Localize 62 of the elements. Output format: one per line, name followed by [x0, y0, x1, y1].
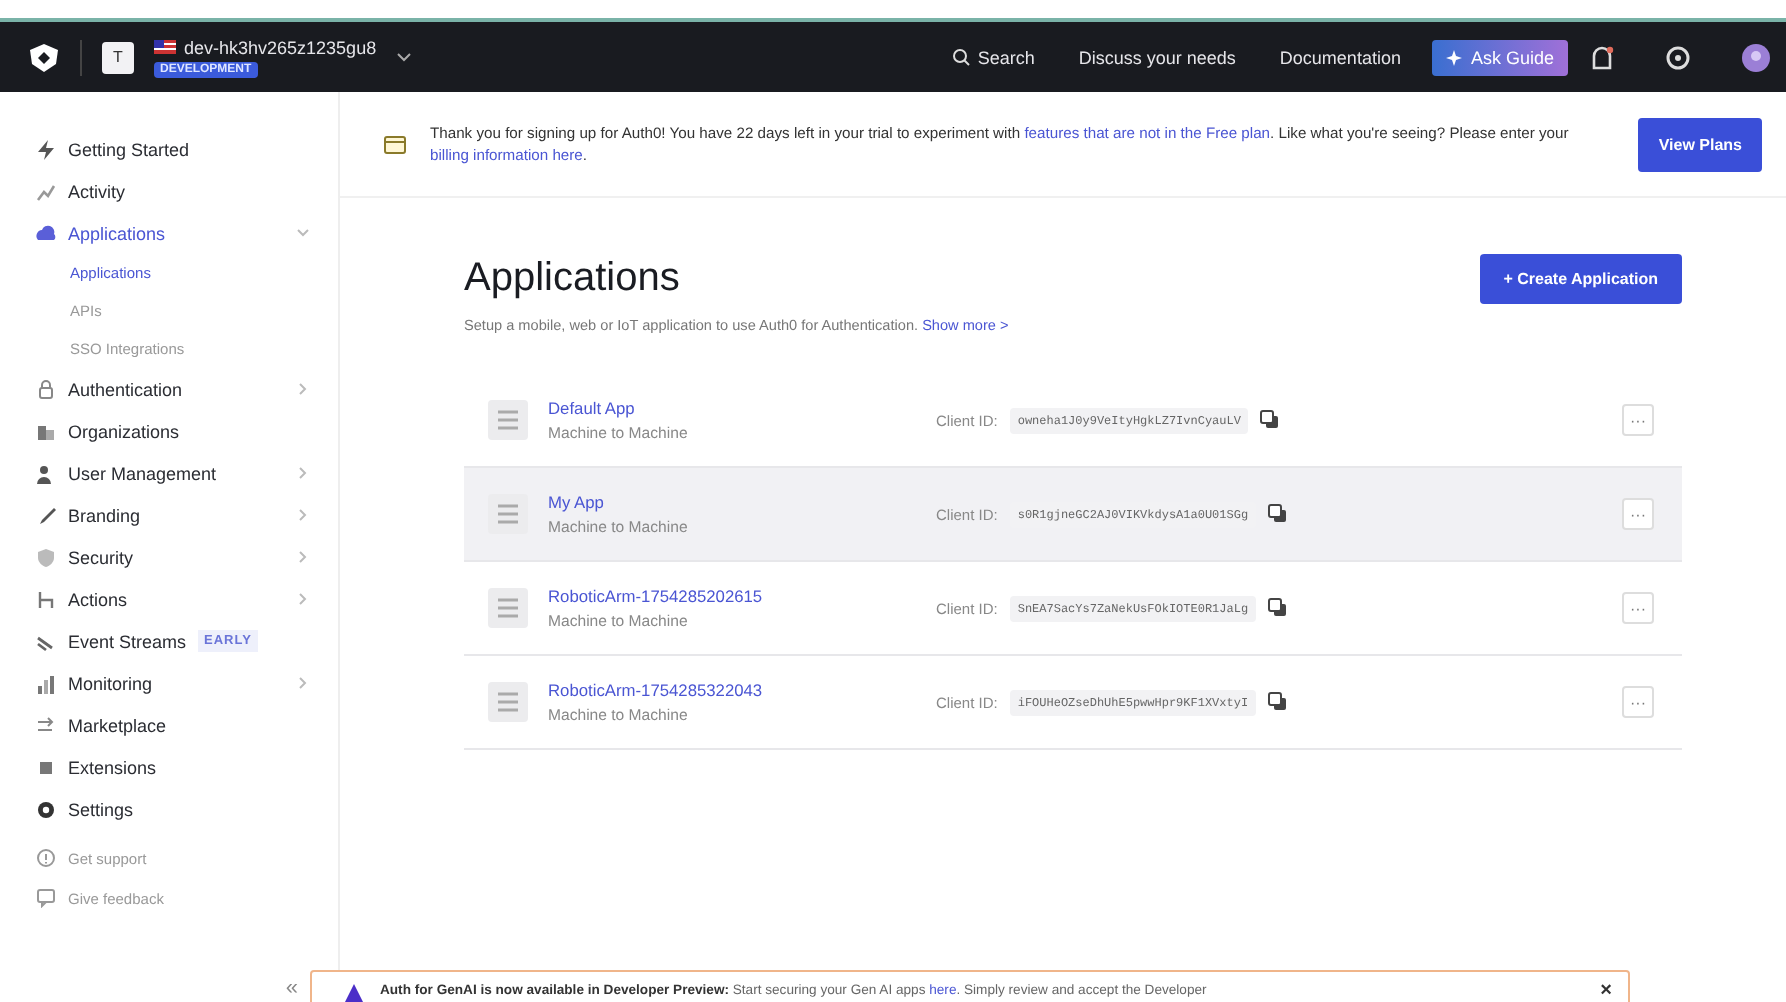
bar-chart-icon — [36, 673, 56, 693]
shield-icon — [36, 547, 56, 567]
copy-icon[interactable] — [1260, 410, 1281, 430]
close-button[interactable]: × — [1600, 984, 1612, 1000]
help-circle-icon — [36, 848, 56, 868]
more-button[interactable]: ··· — [1622, 404, 1654, 436]
list-icon — [488, 400, 528, 440]
card-icon — [384, 135, 406, 153]
shield-logo-icon[interactable] — [28, 41, 60, 73]
bolt-icon — [36, 139, 56, 159]
search-button[interactable]: Search — [939, 47, 1047, 67]
list-icon — [488, 494, 528, 534]
nav-link[interactable]: Discuss your needs — [1066, 47, 1248, 67]
sidebar-item[interactable]: Authentication — [68, 379, 284, 399]
nav-link[interactable]: Documentation — [1267, 47, 1413, 67]
more-button[interactable]: ··· — [1622, 498, 1654, 530]
flag-icon — [154, 40, 176, 54]
create-application-button[interactable]: + Create Application — [1479, 254, 1682, 304]
list-icon — [488, 682, 528, 722]
user-avatar-icon[interactable] — [1742, 43, 1770, 71]
building-icon — [36, 421, 56, 441]
sidebar-item[interactable]: Actions — [68, 589, 284, 609]
sidebar-item[interactable]: Getting Started — [68, 139, 310, 159]
sidebar-item[interactable]: User Management — [68, 463, 284, 483]
triangle-icon — [344, 984, 364, 1002]
lock-icon — [36, 379, 56, 399]
chevron-down-icon[interactable] — [396, 50, 413, 64]
copy-icon[interactable] — [1268, 692, 1289, 712]
list-icon — [488, 588, 528, 628]
chat-icon — [36, 888, 56, 908]
sidebar-item[interactable]: Settings — [68, 799, 310, 819]
view-plans-button[interactable]: View Plans — [1638, 117, 1762, 171]
copy-icon[interactable] — [1268, 598, 1289, 618]
sidebar-item[interactable]: Marketplace — [68, 715, 310, 735]
chart-icon — [36, 181, 56, 201]
sidebar-item[interactable]: Security — [68, 547, 284, 567]
brush-icon — [36, 505, 56, 525]
person-icon — [36, 463, 56, 483]
more-button[interactable]: ··· — [1622, 686, 1654, 718]
collapse-button[interactable]: « — [285, 976, 298, 1000]
arrows-icon — [36, 715, 56, 735]
sidebar-item[interactable]: Applications — [68, 223, 284, 243]
search-icon — [951, 48, 970, 66]
stream-icon — [36, 631, 56, 651]
sidebar-item[interactable]: Extensions — [68, 757, 310, 777]
sidebar-item[interactable]: Monitoring — [68, 673, 284, 693]
application-name[interactable]: Default App — [548, 398, 688, 418]
more-button[interactable]: ··· — [1622, 592, 1654, 624]
ask-guide-button[interactable]: Ask Guide — [1432, 39, 1568, 75]
application-name[interactable]: RoboticArm-1754285322043 — [548, 680, 763, 700]
sidebar-item[interactable]: Branding — [68, 505, 284, 525]
application-name[interactable]: My App — [548, 492, 688, 512]
cloud-icon — [36, 223, 56, 243]
application-name[interactable]: RoboticArm-1754285202615 — [548, 586, 763, 606]
sidebar-item[interactable]: Activity — [68, 181, 310, 201]
copy-icon[interactable] — [1268, 504, 1289, 524]
sparkle-icon — [1446, 49, 1463, 65]
page-title: Applications — [464, 256, 680, 302]
sidebar-item[interactable]: Organizations — [68, 421, 310, 441]
tenant-name[interactable]: dev-hk3hv265z1235gu8 — [184, 37, 377, 57]
tenant-avatar[interactable]: T — [102, 41, 134, 73]
sidebar-item[interactable]: Event Streams — [68, 631, 187, 651]
